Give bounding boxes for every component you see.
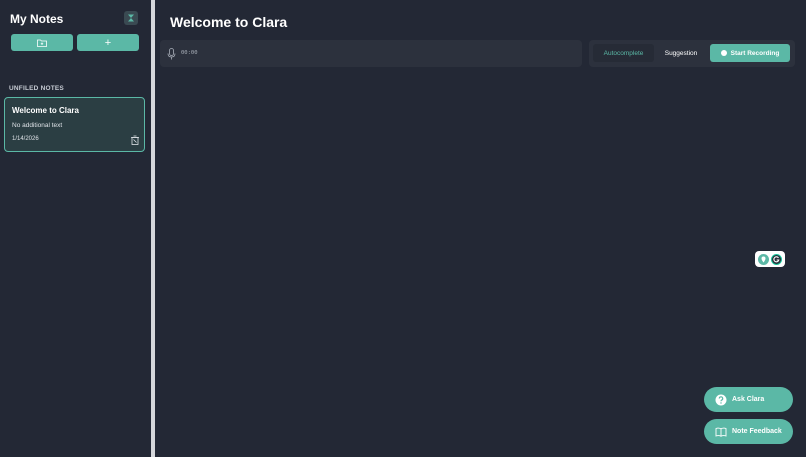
location-pin-icon[interactable] (758, 253, 769, 265)
ask-clara-button[interactable]: Ask Clara (704, 387, 793, 412)
delete-icon[interactable] (130, 135, 140, 145)
note-title: Welcome to Clara (12, 106, 79, 115)
page-title: Welcome to Clara (170, 14, 288, 30)
question-icon (715, 394, 727, 405)
folder-plus-icon (37, 39, 47, 47)
add-note-button[interactable]: + (77, 34, 139, 51)
start-recording-button[interactable]: Start Recording (710, 44, 790, 62)
extension-widget[interactable] (755, 251, 785, 267)
tab-autocomplete[interactable]: Autocomplete (593, 44, 654, 62)
hourglass-icon (128, 14, 134, 22)
new-folder-button[interactable] (11, 34, 73, 51)
recording-timer: 00:00 (181, 50, 198, 56)
ask-clara-label: Ask Clara (732, 396, 765, 403)
note-feedback-button[interactable]: Note Feedback (704, 419, 793, 444)
note-feedback-label: Note Feedback (732, 428, 782, 435)
book-open-icon (715, 427, 727, 437)
note-subtitle: No additional text (12, 122, 63, 129)
grammarly-icon[interactable] (771, 253, 782, 265)
sidebar-resize-handle[interactable] (151, 0, 155, 457)
record-dot-icon (720, 50, 727, 56)
start-recording-label: Start Recording (730, 49, 780, 57)
microphone-icon[interactable] (167, 48, 176, 60)
plus-icon: + (104, 36, 112, 49)
sidebar-title: My Notes (10, 12, 64, 26)
tab-suggestion[interactable]: Suggestion (659, 44, 703, 62)
recording-bar: 00:00 (160, 40, 582, 67)
note-date: 1/14/2026 (12, 136, 39, 142)
section-label-unfiled: UNFILED NOTES (9, 85, 64, 92)
mode-toolbar: Autocomplete Suggestion Start Recording (589, 40, 795, 67)
pin-button[interactable] (124, 11, 138, 25)
note-card[interactable]: Welcome to Clara No additional text 1/14… (4, 97, 145, 152)
sidebar: My Notes + UNFILED NOTES Welcome to Clar… (0, 0, 151, 457)
